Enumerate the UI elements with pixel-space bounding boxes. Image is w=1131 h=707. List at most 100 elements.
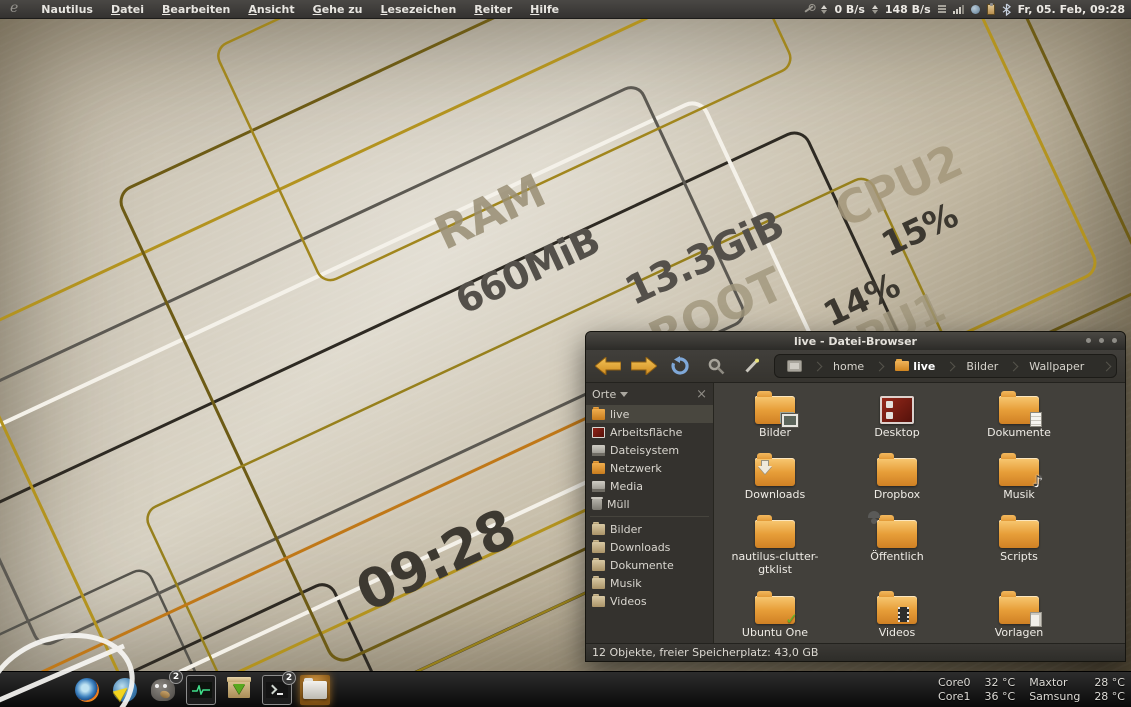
sidebar-item-dateisystem[interactable]: Dateisystem xyxy=(586,441,713,459)
file-item-scripts[interactable]: Scripts xyxy=(958,511,1080,587)
file-item-bilder[interactable]: Bilder xyxy=(714,387,836,449)
folder-icon xyxy=(303,681,327,699)
messaging-icon[interactable] xyxy=(971,5,980,14)
breadcrumb-home[interactable]: home xyxy=(827,360,870,373)
menu-hilfe[interactable]: Hilfe xyxy=(521,1,568,18)
sensor-applet: Core0 32 °C Maxtor 28 °C Core1 36 °C Sam… xyxy=(938,676,1131,703)
file-grid: Bilder Desktop Dokumente Downloads Dropb… xyxy=(714,383,1125,643)
menu-lesezeichen[interactable]: Lesezeichen xyxy=(372,1,466,18)
connection-icon[interactable] xyxy=(805,5,814,12)
file-item-dropbox[interactable]: Dropbox xyxy=(836,449,958,511)
file-label: Bilder xyxy=(759,427,791,440)
file-item-musik[interactable]: ♪ Musik xyxy=(958,449,1080,511)
menu-nautilus[interactable]: Nautilus xyxy=(32,1,102,18)
sidebar-item-arbeitsflaeche[interactable]: Arbeitsfläche xyxy=(586,423,713,441)
photos-emblem-icon xyxy=(782,414,798,427)
breadcrumb-wallpaper[interactable]: Wallpaper xyxy=(1023,360,1090,373)
sidebar-item-downloads[interactable]: Downloads xyxy=(586,538,713,556)
bluetooth-icon[interactable] xyxy=(1002,3,1011,16)
folder-icon xyxy=(877,458,917,486)
window-count-badge: 2 xyxy=(169,670,183,684)
sidebar-item-bilder[interactable]: Bilder xyxy=(586,520,713,538)
folder-icon xyxy=(592,542,605,553)
breadcrumb-bilder[interactable]: Bilder xyxy=(960,360,1004,373)
folder-icon xyxy=(755,520,795,548)
file-label: Musik xyxy=(1003,489,1035,502)
breadcrumb-computer[interactable] xyxy=(781,360,808,372)
window-titlebar[interactable]: live - Datei-Browser xyxy=(586,332,1125,350)
folder-icon xyxy=(999,520,1039,548)
sidebar-item-media[interactable]: Media xyxy=(586,477,713,495)
reload-icon xyxy=(670,356,690,376)
pencil-icon xyxy=(744,358,760,374)
sensor-label: Core1 xyxy=(938,690,970,703)
reload-button[interactable] xyxy=(666,354,694,378)
clipboard-icon[interactable] xyxy=(987,4,995,15)
folder-icon xyxy=(755,458,795,486)
back-button[interactable] xyxy=(594,354,622,378)
dock-system-monitor[interactable] xyxy=(186,675,216,705)
sidebar-item-dokumente[interactable]: Dokumente xyxy=(586,556,713,574)
document-emblem-icon xyxy=(1030,412,1042,427)
network-folder-icon xyxy=(592,463,605,474)
forward-button[interactable] xyxy=(630,354,658,378)
file-label: Vorlagen xyxy=(995,627,1043,640)
file-item-desktop[interactable]: Desktop xyxy=(836,387,958,449)
menu-gehe-zu[interactable]: Gehe zu xyxy=(304,1,372,18)
folder-icon xyxy=(877,596,917,624)
breadcrumb-live[interactable]: live xyxy=(889,360,941,373)
window-minimize-icon[interactable] xyxy=(1086,338,1091,343)
menu-datei[interactable]: Datei xyxy=(102,1,153,18)
file-item-ubuntu-one[interactable]: ✓ Ubuntu One xyxy=(714,587,836,643)
folder-icon xyxy=(895,361,909,371)
drive-icon xyxy=(592,445,605,456)
sidebar-item-label: Müll xyxy=(607,498,630,511)
file-item-videos[interactable]: Videos xyxy=(836,587,958,643)
folder-icon xyxy=(592,524,605,535)
breadcrumb-live-label: live xyxy=(913,360,935,373)
folder-icon: ✓ xyxy=(755,596,795,624)
file-item-dokumente[interactable]: Dokumente xyxy=(958,387,1080,449)
net-download-icon xyxy=(821,5,827,14)
dock-gimp[interactable]: 2 xyxy=(148,675,178,705)
edit-location-button[interactable] xyxy=(738,354,766,378)
sensor-value: 28 °C xyxy=(1094,690,1125,703)
indicator-menu-icon[interactable] xyxy=(938,5,946,13)
file-item-downloads[interactable]: Downloads xyxy=(714,449,836,511)
dock-package-manager[interactable] xyxy=(224,675,254,705)
clock-applet[interactable]: Fr, 05. Feb, 09:28 xyxy=(1018,3,1125,16)
sidebar-item-videos[interactable]: Videos xyxy=(586,592,713,610)
dock-terminal[interactable]: 2 xyxy=(262,675,292,705)
window-maximize-icon[interactable] xyxy=(1099,338,1104,343)
sidebar-item-muell[interactable]: Müll xyxy=(586,495,713,513)
file-item-oeffentlich[interactable]: Öffentlich xyxy=(836,511,958,587)
window-controls[interactable] xyxy=(1086,338,1117,343)
enlightenment-desktop-logo xyxy=(0,608,152,707)
folder-icon: ♪ xyxy=(999,458,1039,486)
file-label: Ubuntu One xyxy=(742,627,808,640)
sidebar-item-label: Netzwerk xyxy=(610,462,662,475)
network-signal-icon[interactable] xyxy=(953,4,964,14)
sidebar-close-button[interactable]: × xyxy=(696,388,707,401)
file-item-nautilus-clutter-gtklist[interactable]: nautilus-clutter-gtklist xyxy=(714,511,836,587)
window-close-icon[interactable] xyxy=(1112,338,1117,343)
enlightenment-logo-icon[interactable]: e xyxy=(0,0,32,18)
sidebar-item-musik[interactable]: Musik xyxy=(586,574,713,592)
sidebar-item-netzwerk[interactable]: Netzwerk xyxy=(586,459,713,477)
search-button[interactable] xyxy=(702,354,730,378)
sidebar-item-live[interactable]: live xyxy=(586,405,713,423)
sensor-value: 36 °C xyxy=(985,690,1016,703)
menu-reiter[interactable]: Reiter xyxy=(465,1,521,18)
menu-bearbeiten[interactable]: Bearbeiten xyxy=(153,1,239,18)
dock-file-manager-active[interactable] xyxy=(300,675,330,705)
desktop-icon xyxy=(880,396,914,424)
folder-icon xyxy=(592,560,605,571)
sidebar-item-label: live xyxy=(610,408,629,421)
file-label: Dropbox xyxy=(874,489,920,502)
file-item-vorlagen[interactable]: Vorlagen xyxy=(958,587,1080,643)
sidebar-header[interactable]: Orte × xyxy=(586,383,713,405)
menu-ansicht[interactable]: Ansicht xyxy=(239,1,303,18)
sensor-value: 32 °C xyxy=(985,676,1016,689)
folder-icon xyxy=(877,520,917,548)
trash-icon xyxy=(592,499,602,510)
